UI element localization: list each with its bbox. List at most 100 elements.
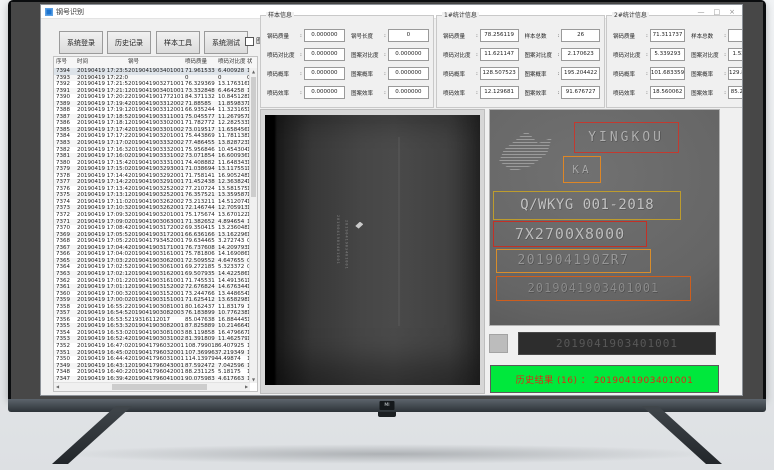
horizontal-scroll-thumb[interactable] (112, 384, 207, 390)
stat-field: 图案对比度:0.000000 (351, 48, 429, 61)
field-colon: : (724, 33, 726, 39)
app-window: 钢号识别 — □ × 系统登录 历史记录 样本工具 系统测试 图像采集 (40, 4, 743, 396)
field-value-input[interactable]: 2.170623 (561, 48, 600, 61)
app-icon (45, 8, 53, 16)
field-label: 图案对比度 (351, 51, 382, 59)
field-colon: : (724, 52, 726, 58)
stat-field: 图案概率:0.000000 (351, 67, 429, 80)
field-colon: : (300, 90, 302, 96)
mi-logo: MI (380, 401, 395, 410)
field-label: 喷码对比度 (267, 51, 298, 59)
field-value-input[interactable]: 0.000000 (388, 67, 429, 80)
column-header[interactable]: 时间 (77, 57, 128, 68)
scroll-left-icon[interactable]: ◀ (54, 383, 61, 391)
code-crop-image: 2019041903401001 (518, 332, 716, 355)
field-label: 喷码效率 (443, 89, 474, 97)
column-header[interactable]: 序号 (54, 57, 77, 68)
camera-image: 2019041903401001 2019041903401001 (265, 115, 480, 385)
field-colon: : (646, 52, 648, 58)
field-colon: : (646, 33, 648, 39)
field-label: 钢码质量 (443, 32, 474, 40)
field-colon: : (558, 52, 560, 58)
field-value-input[interactable]: 101.683359 (650, 67, 685, 80)
panel-title: 1#统计信息 (442, 12, 479, 20)
history-record-button[interactable]: 历史记录 (107, 31, 151, 54)
column-header[interactable]: 喷码对比度 (218, 57, 247, 68)
vertical-scrollbar[interactable]: ▲ ▼ (249, 68, 257, 383)
horizontal-scrollbar[interactable]: ◀ ▶ (54, 382, 250, 391)
column-header[interactable]: 钢号 (128, 57, 185, 68)
recognition-strip: 2019041903401001 (489, 332, 718, 354)
sample-tool-button[interactable]: 样本工具 (156, 31, 200, 54)
field-value-input[interactable]: 78.256119 (480, 29, 519, 42)
vertical-scroll-thumb[interactable] (251, 77, 256, 197)
stat-field: 钢码质量:0.000000 (267, 29, 345, 42)
field-colon: : (300, 33, 302, 39)
field-value-input[interactable]: 129.826721 (728, 67, 743, 80)
camera-image-panel: 2019041903401001 2019041903401001 (260, 109, 485, 394)
ocr-overlay-box: Q/WKYG 001-2018 (493, 191, 680, 220)
stat-field: 图案对比度:1.526338 (691, 48, 743, 61)
field-value-input[interactable]: 5.339293 (650, 48, 685, 61)
stat-field: 喷码概率:101.683359 (613, 67, 685, 80)
field-value-input[interactable]: 71.311737 (650, 29, 685, 42)
scroll-up-icon[interactable]: ▲ (250, 68, 257, 75)
field-label: 图案效率 (525, 89, 556, 97)
head2-stats-panel: 2#统计信息钢码质量:71.311737样本总数:5喷码对比度:5.339293… (606, 15, 743, 108)
field-label: 样本总数 (525, 32, 556, 40)
stat-field: 喷码对比度:11.621147 (443, 48, 519, 61)
field-colon: : (476, 33, 478, 39)
tv-ir-sensor (378, 412, 396, 417)
ocr-overlay-box: YINGKOU (574, 122, 679, 153)
field-label: 钢码质量 (267, 32, 298, 40)
field-value-input[interactable]: 128.507523 (480, 67, 519, 80)
field-value-input[interactable]: 11.621147 (480, 48, 519, 61)
stat-field: 样本总数:26 (525, 29, 601, 42)
sample-info-panel: 样本信息钢码质量:0.000000钢号长度:0喷码对比度:0.000000图案对… (260, 15, 434, 108)
scroll-right-icon[interactable]: ▶ (243, 383, 250, 391)
system-test-button[interactable]: 系统测试 (204, 31, 248, 54)
field-value-input[interactable]: 91.676727 (561, 86, 600, 99)
history-result-bar[interactable]: 历史结果 (16) ： 2019041903401001 (490, 365, 719, 393)
field-value-input[interactable]: 0.000000 (304, 67, 345, 80)
field-value-input[interactable]: 0.000000 (304, 48, 345, 61)
inspection-image: YINGKOUKAQ/WKYG 001-20187X2700X800020190… (489, 109, 720, 326)
field-colon: : (476, 52, 478, 58)
stat-field: 喷码效率:12.129681 (443, 86, 519, 99)
field-label: 图案效率 (691, 89, 722, 97)
field-value-input[interactable]: 1.526338 (728, 48, 743, 61)
tv-bezel: 钢号识别 — □ × 系统登录 历史记录 样本工具 系统测试 图像采集 (8, 0, 766, 399)
field-value-input[interactable]: 85.232185 (728, 86, 743, 99)
field-label: 钢码质量 (613, 32, 644, 40)
column-header[interactable]: 喷码质量 (185, 57, 218, 68)
field-label: 喷码对比度 (613, 51, 644, 59)
panel-title: 2#统计信息 (612, 12, 649, 20)
field-value-input[interactable]: 0.000000 (304, 86, 345, 99)
ocr-overlay-box: 201904190ZR7 (496, 249, 651, 274)
stat-field: 喷码概率:0.000000 (267, 67, 345, 80)
desktop-background: 钢号识别 — □ × 系统登录 历史记录 样本工具 系统测试 图像采集 (11, 2, 763, 399)
checkbox-icon[interactable] (245, 37, 254, 46)
system-login-button[interactable]: 系统登录 (59, 31, 103, 54)
field-colon: : (300, 71, 302, 77)
field-value-input[interactable]: 12.129681 (480, 86, 519, 99)
stat-field: 钢号长度:0 (351, 29, 429, 42)
field-value-input[interactable]: 0.000000 (304, 29, 345, 42)
column-header[interactable]: 状态 (247, 57, 252, 68)
field-value-input[interactable]: 0.000000 (388, 48, 429, 61)
field-value-input[interactable]: 195.204422 (561, 67, 600, 80)
field-value-input[interactable]: 18.560062 (650, 86, 685, 99)
field-value-input[interactable]: 5 (728, 29, 743, 42)
field-value-input[interactable]: 26 (561, 29, 600, 42)
field-label: 钢号长度 (351, 32, 382, 40)
field-label: 图案效率 (351, 89, 382, 97)
scroll-down-icon[interactable]: ▼ (250, 376, 257, 383)
field-colon: : (724, 71, 726, 77)
stat-field: 喷码效率:0.000000 (267, 86, 345, 99)
field-value-input[interactable]: 0 (388, 29, 429, 42)
field-value-input[interactable]: 0.000000 (388, 86, 429, 99)
field-label: 喷码概率 (443, 70, 474, 78)
field-colon: : (646, 90, 648, 96)
stat-field: 图案概率:129.826721 (691, 67, 743, 80)
history-table-body: 739420190419 17:23:57201904190340100171.… (54, 68, 250, 383)
